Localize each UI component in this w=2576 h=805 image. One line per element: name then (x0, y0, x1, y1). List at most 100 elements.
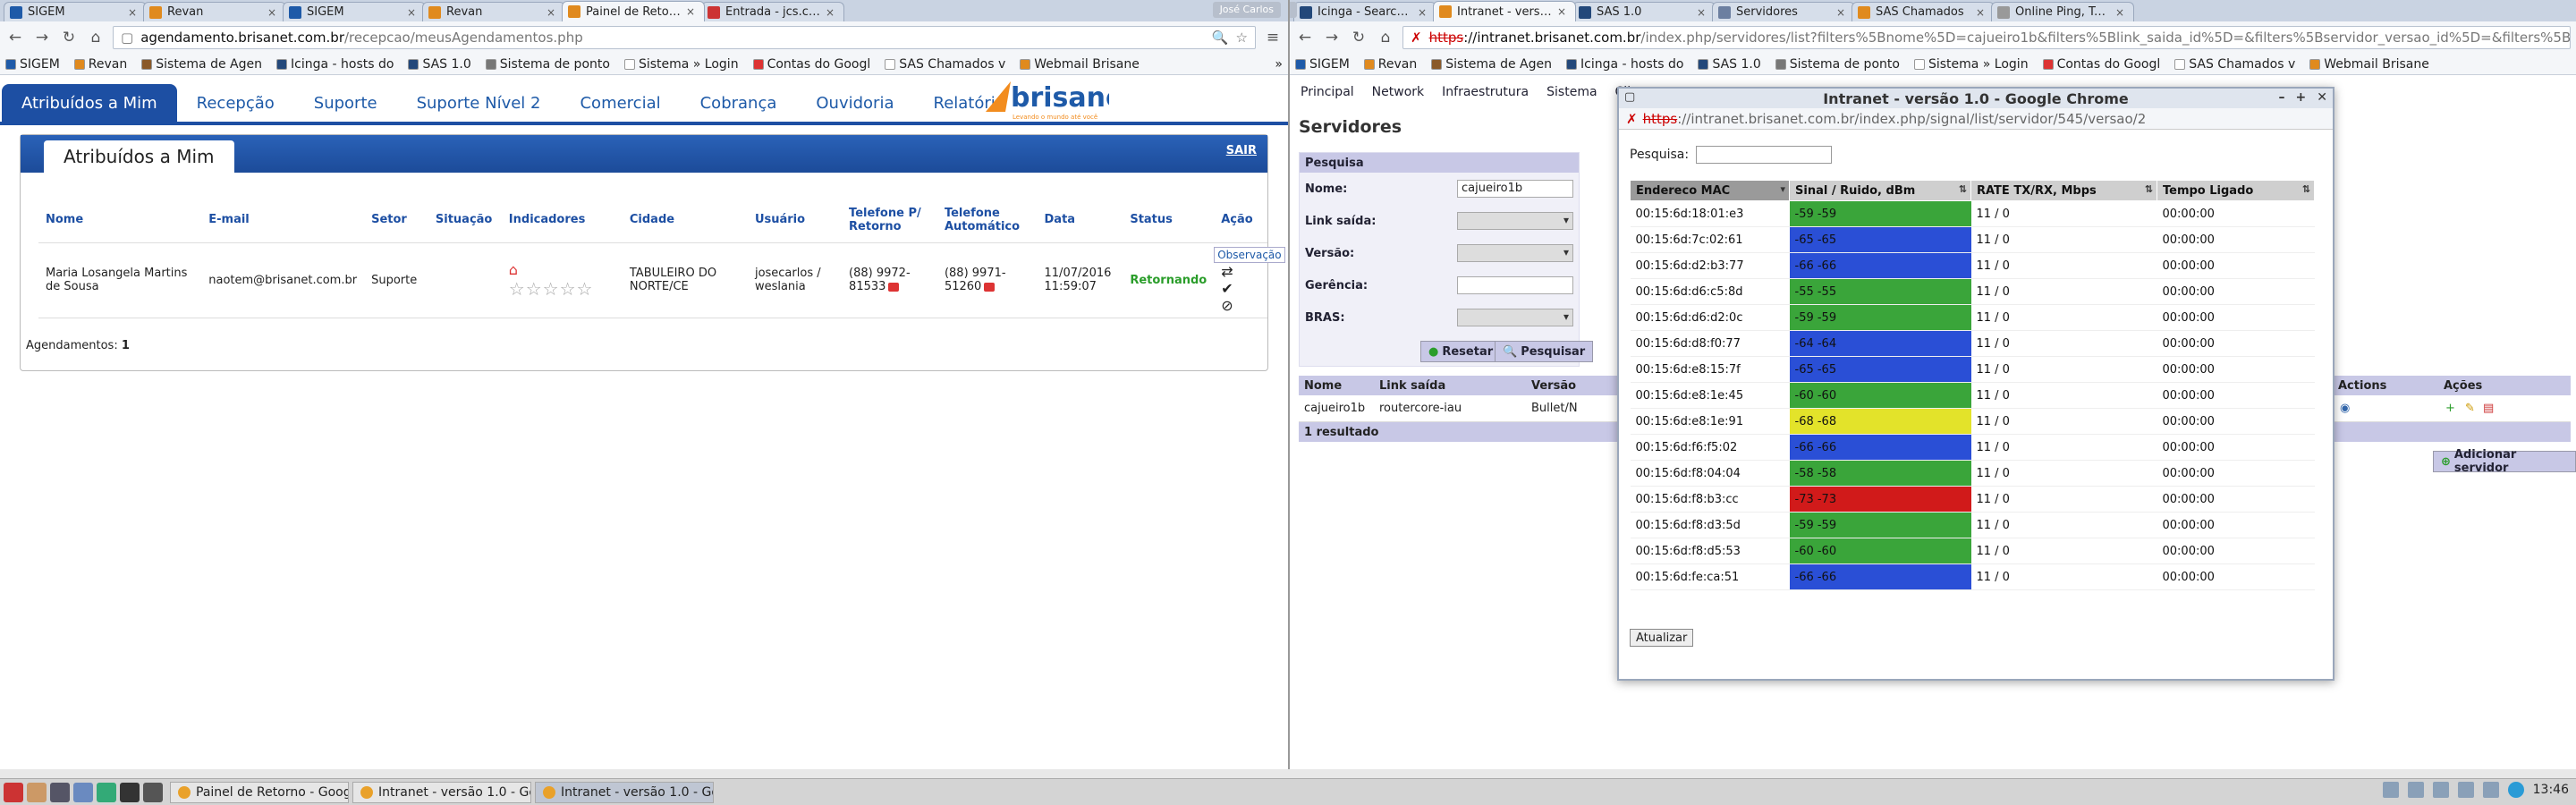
forward-icon[interactable]: → (1322, 28, 1342, 47)
bookmark-item[interactable]: Sistema » Login (1913, 57, 2029, 72)
taskbar-task[interactable]: Painel de Retorno - Googl... (170, 781, 349, 803)
bookmark-item[interactable]: Sistema de ponto (1775, 57, 1900, 72)
browser-tab[interactable]: SAS 1.0 × (1572, 2, 1716, 21)
maximize-icon[interactable]: + (2296, 90, 2307, 105)
browser-tab[interactable]: Online Ping, Tracer × (1991, 2, 2134, 21)
nav-item[interactable]: Sistema (1546, 85, 1597, 106)
browser-tab[interactable]: Revan × (422, 2, 565, 21)
volume-icon[interactable] (2482, 782, 2499, 798)
skype-icon[interactable] (2507, 782, 2524, 798)
browser-tab[interactable]: Servidores × (1712, 2, 1855, 21)
browser-tab[interactable]: Painel de Retorno × (562, 1, 705, 21)
taskbar-task[interactable]: Intranet - versão 1.0 - Goo... (352, 781, 531, 803)
house-icon[interactable]: ⌂ (509, 261, 615, 278)
tab-close-icon[interactable]: × (547, 6, 555, 19)
menu-item[interactable]: Suporte (294, 84, 397, 122)
tab-close-icon[interactable]: × (267, 6, 276, 19)
tab-close-icon[interactable]: × (1836, 6, 1845, 19)
tab-close-icon[interactable]: × (686, 5, 695, 18)
menu-item[interactable]: Recepção (177, 84, 294, 122)
tab-close-icon[interactable]: × (128, 6, 137, 19)
browser-tab[interactable]: Entrada - jcs.c581@ × (701, 2, 844, 21)
col-link[interactable]: Link saída (1374, 379, 1528, 393)
bookmark-item[interactable]: Contas do Googl (2042, 57, 2160, 72)
nav-item[interactable]: Infraestrutura (1442, 85, 1529, 106)
refresh-button[interactable]: Atualizar (1630, 629, 1694, 647)
bookmark-item[interactable]: Webmail Brisane (2309, 57, 2429, 72)
reset-button[interactable]: ● Resetar (1420, 341, 1502, 362)
zoom-icon[interactable]: 🔍 (1212, 30, 1229, 46)
bookmark-item[interactable]: SIGEM (1295, 57, 1350, 72)
reload-icon[interactable]: ↻ (59, 28, 79, 47)
search-button[interactable]: 🔍 Pesquisar (1495, 341, 1594, 362)
star-icon[interactable]: ☆ (1236, 30, 1248, 46)
back-icon[interactable]: ← (1295, 28, 1315, 47)
field-input[interactable] (1457, 276, 1573, 294)
tab-close-icon[interactable]: × (2115, 6, 2124, 19)
check-icon[interactable]: ✔ (1221, 280, 1260, 297)
rating-stars[interactable]: ☆☆☆☆☆ (509, 278, 615, 300)
phone-icon[interactable] (984, 282, 996, 292)
field-select[interactable] (1457, 309, 1573, 326)
bookmark-item[interactable]: SAS Chamados v (885, 57, 1005, 72)
bookmark-item[interactable]: Contas do Googl (752, 57, 870, 72)
bookmark-item[interactable]: Revan (1363, 57, 1417, 72)
reload-icon[interactable]: ↻ (1349, 28, 1368, 47)
bookmark-item[interactable]: SIGEM (5, 57, 60, 72)
browser-tab[interactable]: Intranet - versão 1.0 × (1433, 1, 1576, 21)
start-menu-icon[interactable] (4, 782, 23, 802)
forward-icon[interactable]: → (32, 28, 52, 47)
search-input[interactable] (1696, 146, 1833, 164)
menu-item[interactable]: Suporte Nível 2 (397, 84, 561, 122)
signal-icon[interactable]: ◉ (2340, 402, 2350, 415)
bookmarks-overflow-icon[interactable]: » (1275, 57, 1283, 72)
field-select[interactable] (1457, 212, 1573, 230)
files-icon[interactable] (27, 782, 47, 802)
bookmark-item[interactable]: Webmail Brisane (1020, 57, 1140, 72)
tab-close-icon[interactable]: × (407, 6, 416, 19)
bookmark-item[interactable]: Sistema de Agen (1431, 57, 1552, 72)
clock[interactable]: 13:46 (2533, 783, 2569, 797)
browser-tab[interactable]: SIGEM × (4, 2, 147, 21)
tab-close-icon[interactable]: × (1697, 6, 1706, 19)
col-versao[interactable]: Versão (1528, 379, 1603, 393)
bookmark-item[interactable]: SAS 1.0 (408, 57, 471, 72)
bookmark-item[interactable]: Revan (73, 57, 127, 72)
home-icon[interactable]: ⌂ (1376, 28, 1395, 47)
bookmark-item[interactable]: SAS 1.0 (1698, 57, 1761, 72)
col-tempo[interactable]: Tempo Ligado ⇅ (2157, 180, 2315, 201)
delete-icon[interactable]: ▤ (2483, 402, 2494, 415)
user-badge[interactable]: José Carlos (1290, 2, 1298, 18)
cancel-icon[interactable]: ⊘ (1221, 297, 1260, 314)
edit-icon[interactable]: ✎ (2465, 402, 2475, 415)
network-icon[interactable] (73, 782, 93, 802)
bookmark-item[interactable]: Sistema » Login (623, 57, 739, 72)
browser-tab[interactable]: SIGEM × (283, 2, 426, 21)
col-rate[interactable]: RATE TX/RX, Mbps ⇅ (1970, 180, 2157, 201)
transfer-icon[interactable]: ⇄ (1221, 263, 1260, 280)
col-mac[interactable]: Endereco MAC ▾ (1630, 180, 1790, 201)
add-server-button[interactable]: ⊕ Adicionar servidor (2433, 448, 2576, 475)
tray-app-icon[interactable] (2457, 782, 2474, 798)
bookmark-item[interactable]: Icinga - hosts do (1566, 57, 1683, 72)
tab-close-icon[interactable]: × (826, 6, 835, 19)
tray-app-icon[interactable] (2382, 782, 2399, 798)
minimize-icon[interactable]: – (2279, 90, 2285, 105)
field-select[interactable] (1457, 244, 1573, 262)
terminal-icon[interactable] (50, 782, 70, 802)
tab-close-icon[interactable]: × (1976, 6, 1985, 19)
tray-app-icon[interactable] (2432, 782, 2449, 798)
bookmark-item[interactable]: Sistema de Agen (141, 57, 262, 72)
taskbar-task[interactable]: Intranet - versão 1.0 - Goo... (535, 781, 714, 803)
col-sinal[interactable]: Sinal / Ruido, dBm ⇅ (1789, 180, 1971, 201)
bookmark-item[interactable]: Icinga - hosts do (276, 57, 394, 72)
user-badge[interactable]: José Carlos (1212, 2, 1281, 18)
bookmark-item[interactable]: SAS Chamados v (2174, 57, 2295, 72)
browser-icon[interactable] (97, 782, 116, 802)
phone-icon[interactable] (888, 282, 900, 292)
menu-item[interactable]: Ouvidoria (796, 84, 913, 122)
bookmark-item[interactable]: Sistema de ponto (485, 57, 610, 72)
monitor-icon[interactable] (120, 782, 140, 802)
popup-address-bar[interactable]: ✗ https://intranet.brisanet.com.br/index… (1619, 108, 2333, 130)
menu-icon[interactable]: ≡ (1263, 28, 1283, 47)
